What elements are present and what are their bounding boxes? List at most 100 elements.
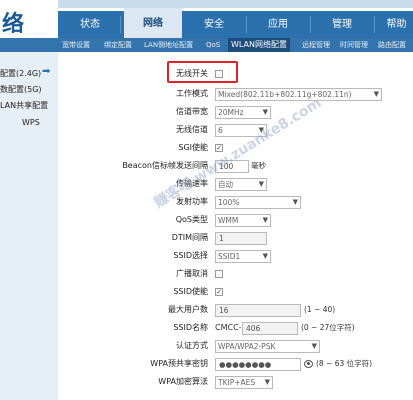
- encrypt-select[interactable]: TKIP+AES ▼: [215, 376, 273, 389]
- row-mode: 工作模式 Mixed(802.11b+802.11g+802.11n) ▼: [58, 85, 413, 103]
- power-value: 100%: [218, 198, 240, 207]
- power-select[interactable]: 100% ▼: [215, 196, 301, 209]
- chevron-down-icon: ▼: [292, 198, 298, 206]
- ssid-enable-label: SSID使能: [173, 287, 208, 296]
- ssid-name-label: SSID名称: [173, 323, 208, 332]
- rate-select[interactable]: 自动 ▼: [215, 178, 267, 191]
- sidebar-item-wps[interactable]: WPS: [22, 118, 40, 127]
- qos-label: QoS类型: [175, 215, 208, 224]
- rate-value: 自动: [218, 180, 233, 189]
- auth-value: WPA/WPA2-PSK: [218, 342, 276, 351]
- sub-nav: 宽带设置 绑定配置 LAN侧地址配置 QoS WLAN网络配置 远程管理 时间管…: [58, 38, 413, 52]
- main-tabs: 状态 网络 安全 应用 管理 帮助: [58, 8, 413, 38]
- subnav-time[interactable]: 时间管理: [340, 38, 368, 52]
- tab-divider: [310, 16, 311, 33]
- tab-divider: [120, 16, 121, 33]
- eye-icon[interactable]: [304, 360, 313, 368]
- chevron-down-icon: ▼: [262, 252, 268, 260]
- qos-value: WMM: [218, 216, 239, 225]
- dtim-input[interactable]: 1: [215, 232, 267, 245]
- psk-label: WPA预共享密钥: [150, 359, 208, 368]
- max-users-hint: (1 ~ 40): [304, 305, 336, 314]
- ssid-name-prefix: CMCC-: [215, 323, 242, 332]
- psk-input[interactable]: ●●●●●●●●: [215, 358, 301, 371]
- bandwidth-label: 信道带宽: [176, 107, 208, 116]
- max-users-label: 最大用户数: [168, 305, 208, 314]
- subnav-remote[interactable]: 远程管理: [302, 38, 330, 52]
- tab-manage[interactable]: 管理: [316, 11, 368, 38]
- sidebar-item-lan-share[interactable]: LAN共享配置: [0, 100, 48, 111]
- chevron-down-icon: ▼: [264, 378, 270, 386]
- ssid-name-input[interactable]: 406: [242, 322, 298, 335]
- channel-label: 无线信道: [176, 125, 208, 134]
- broadcast-cancel-label: 广播取消: [176, 269, 208, 278]
- channel-value: 6: [218, 126, 223, 135]
- top-strip: [58, 0, 413, 8]
- row-psk: WPA预共享密钥 ●●●●●●●● (8 ~ 63 位字符): [58, 355, 413, 373]
- max-users-input[interactable]: 16: [215, 304, 301, 317]
- row-broadcast-cancel: 广播取消: [58, 265, 413, 283]
- tab-divider: [374, 16, 375, 33]
- wireless-switch-checkbox[interactable]: [215, 70, 223, 78]
- tab-status[interactable]: 状态: [66, 11, 114, 38]
- ssid-name-hint: (0 ~ 27位字符): [301, 323, 355, 332]
- row-channel: 无线信道 6 ▼: [58, 121, 413, 139]
- sidebar-item-wlan-24g[interactable]: 配置(2.4G): [0, 68, 41, 79]
- router-admin-page: 络 状态 网络 安全 应用 管理 帮助 宽带设置 绑定配置 LAN侧地址配置 Q…: [0, 0, 413, 400]
- encrypt-value: TKIP+AES: [218, 378, 256, 387]
- chevron-down-icon: ▼: [311, 342, 317, 350]
- sidebar: 配置(2.4G) ➡ 数配置(5G) LAN共享配置 WPS: [0, 38, 58, 400]
- subnav-route[interactable]: 路由配置: [378, 38, 406, 52]
- row-encrypt: WPA加密算法 TKIP+AES ▼: [58, 373, 413, 391]
- tab-apps[interactable]: 应用: [252, 11, 304, 38]
- encrypt-label: WPA加密算法: [158, 377, 208, 386]
- sidebar-item-wlan-5g[interactable]: 数配置(5G): [0, 84, 42, 95]
- subnav-binding[interactable]: 绑定配置: [104, 38, 132, 52]
- auth-select[interactable]: WPA/WPA2-PSK ▼: [215, 340, 320, 353]
- bandwidth-select[interactable]: 20MHz ▼: [215, 106, 271, 119]
- brand-text: 络: [2, 12, 25, 37]
- row-auth: 认证方式 WPA/WPA2-PSK ▼: [58, 337, 413, 355]
- mode-value: Mixed(802.11b+802.11g+802.11n): [218, 90, 352, 99]
- row-qos: QoS类型 WMM ▼: [58, 211, 413, 229]
- chevron-down-icon: ▼: [262, 216, 268, 224]
- brand-area: 络: [0, 0, 58, 38]
- ssid-select-label: SSID选择: [173, 251, 208, 260]
- row-max-users: 最大用户数 16 (1 ~ 40): [58, 301, 413, 319]
- subnav-qos[interactable]: QoS: [206, 38, 220, 52]
- row-dtim: DTIM间隔 1: [58, 229, 413, 247]
- tab-network[interactable]: 网络: [124, 8, 182, 38]
- row-bandwidth: 信道带宽 20MHz ▼: [58, 103, 413, 121]
- ssid-select[interactable]: SSID1 ▼: [215, 250, 271, 263]
- chevron-down-icon: ▼: [258, 180, 264, 188]
- sidebar-band: [0, 38, 58, 52]
- beacon-unit: 毫秒: [251, 161, 266, 170]
- arrow-right-icon: ➡: [42, 66, 51, 77]
- chevron-down-icon: ▼: [262, 108, 268, 116]
- tab-security[interactable]: 安全: [188, 11, 240, 38]
- psk-hint: (8 ~ 63 位字符): [316, 359, 373, 368]
- subnav-wlan[interactable]: WLAN网络配置: [228, 38, 291, 52]
- auth-label: 认证方式: [176, 341, 208, 350]
- wireless-switch-label: 无线开关: [176, 69, 208, 78]
- row-ssid-name: SSID名称 CMCC- 406 (0 ~ 27位字符): [58, 319, 413, 337]
- row-wireless-switch: 无线开关: [58, 65, 413, 83]
- mode-select[interactable]: Mixed(802.11b+802.11g+802.11n) ▼: [215, 88, 382, 101]
- ssid-select-value: SSID1: [218, 252, 241, 261]
- dtim-label: DTIM间隔: [171, 233, 208, 242]
- row-ssid-enable: SSID使能 ✓: [58, 283, 413, 301]
- broadcast-cancel-checkbox[interactable]: [215, 270, 223, 278]
- subnav-lan[interactable]: LAN侧地址配置: [144, 38, 193, 52]
- bandwidth-value: 20MHz: [218, 108, 244, 117]
- row-rate: 传输速率 自动 ▼: [58, 175, 413, 193]
- subnav-wan[interactable]: 宽带设置: [62, 38, 90, 52]
- ssid-enable-checkbox[interactable]: ✓: [215, 288, 223, 296]
- tab-divider: [246, 16, 247, 33]
- top-nav: 状态 网络 安全 应用 管理 帮助: [58, 0, 413, 38]
- chevron-down-icon: ▼: [373, 90, 379, 98]
- sgi-label: SGI使能: [178, 143, 208, 152]
- qos-select[interactable]: WMM ▼: [215, 214, 271, 227]
- row-power: 发射功率 100% ▼: [58, 193, 413, 211]
- row-ssid-select: SSID选择 SSID1 ▼: [58, 247, 413, 265]
- tab-help[interactable]: 帮助: [380, 11, 413, 38]
